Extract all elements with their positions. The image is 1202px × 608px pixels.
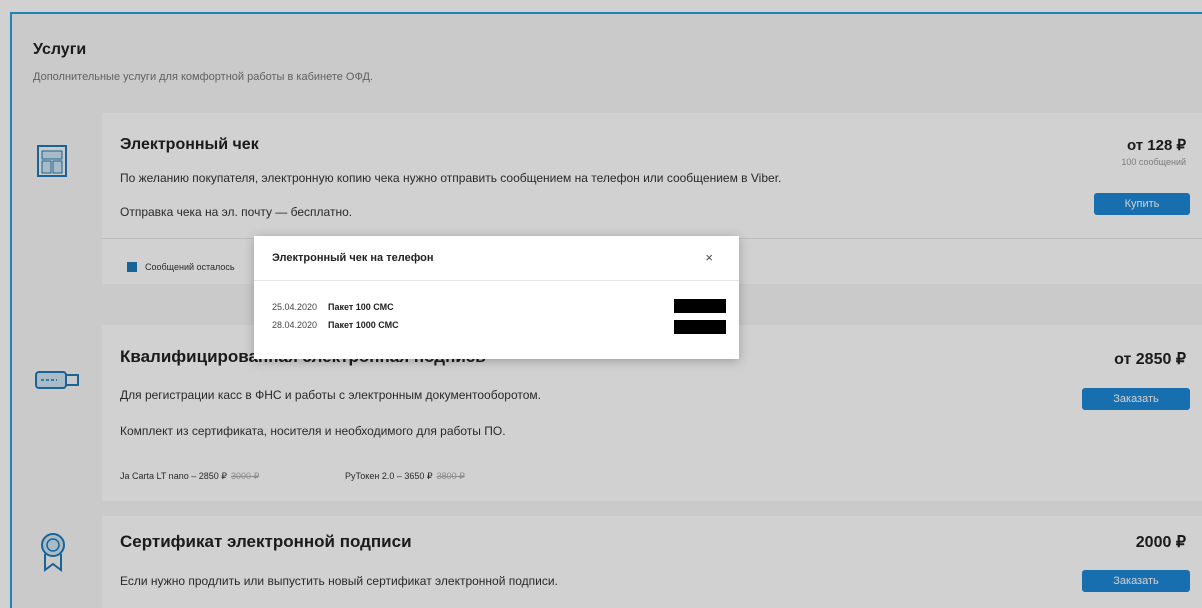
package-row: 25.04.2020 Пакет 100 СМС [272, 302, 394, 318]
close-icon[interactable]: × [705, 250, 713, 265]
package-name: Пакет 100 СМС [328, 302, 394, 312]
redacted-block [674, 320, 726, 334]
modal-title: Электронный чек на телефон [272, 252, 434, 264]
redacted-block [674, 299, 726, 313]
modal-header: Электронный чек на телефон × [254, 236, 739, 281]
package-date: 25.04.2020 [272, 302, 318, 312]
package-row: 28.04.2020 Пакет 1000 СМС [272, 320, 399, 336]
package-name: Пакет 1000 СМС [328, 320, 399, 330]
sms-packages-modal: Электронный чек на телефон × 25.04.2020 П… [254, 236, 739, 359]
package-date: 28.04.2020 [272, 320, 318, 330]
